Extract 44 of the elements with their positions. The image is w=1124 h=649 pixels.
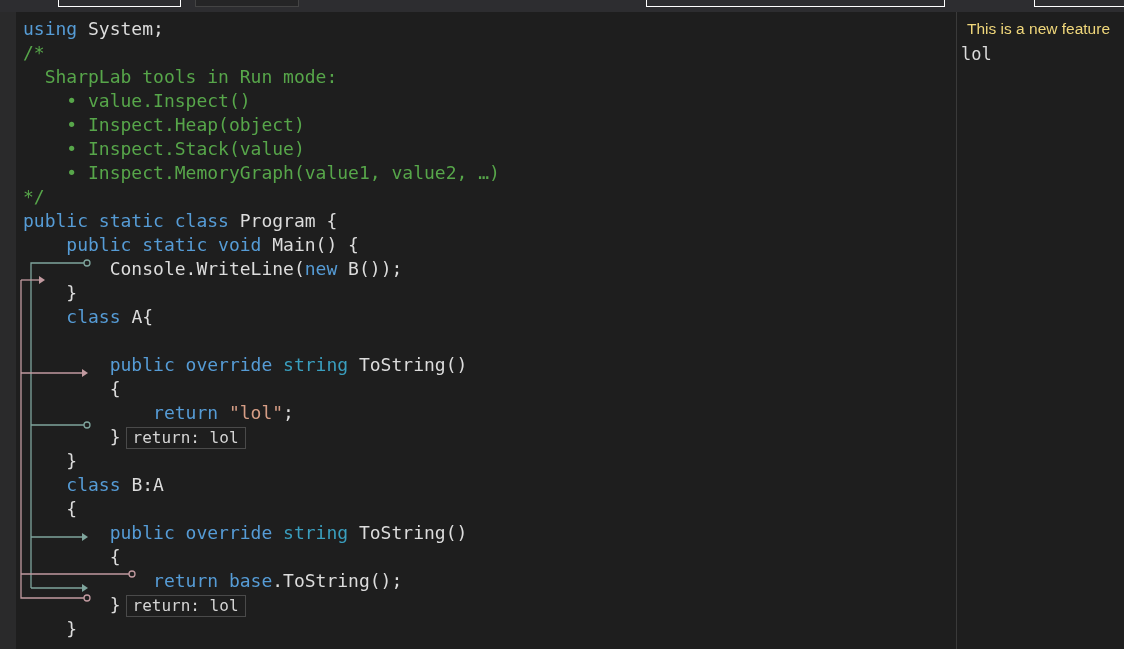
toolbar-field[interactable]	[195, 0, 299, 7]
code-text: }	[65, 618, 78, 639]
code-comment: */	[23, 186, 45, 207]
code-comment: /*	[23, 42, 45, 63]
code-text: ToString()	[357, 522, 468, 543]
code-text: Main() {	[271, 234, 359, 255]
string-literal: "lol"	[227, 402, 284, 423]
code-text: B:A	[130, 474, 164, 495]
inline-result: return: lol	[125, 595, 246, 617]
keyword-token: return	[152, 402, 219, 423]
keyword-token: public override	[108, 354, 273, 375]
inline-result: return: lol	[125, 427, 246, 449]
code-text: ToString()	[357, 354, 468, 375]
code-text: }	[108, 594, 121, 615]
code-text: .ToString();	[272, 570, 403, 591]
keyword-token: return base	[152, 570, 273, 591]
code-comment: • value.Inspect()	[65, 90, 251, 111]
code-text: }	[65, 282, 78, 303]
code-text: ;	[283, 402, 294, 423]
keyword-token: public static class	[23, 210, 229, 231]
code-comment: • Inspect.MemoryGraph(value1, value2, …)	[65, 162, 500, 183]
code-text: }	[65, 450, 78, 471]
keyword-token: class	[65, 306, 121, 327]
code-text: System;	[87, 18, 164, 39]
code-text: {	[65, 498, 78, 519]
keyword-token: public static void	[65, 234, 262, 255]
type-token: string	[282, 522, 349, 543]
code-text: A{	[130, 306, 154, 327]
code-text: Program {	[238, 210, 338, 231]
code-text: }	[108, 426, 121, 447]
notice-text: This is a new feature	[966, 19, 1111, 39]
code-text: B());	[347, 258, 403, 279]
keyword-token: public override	[108, 522, 273, 543]
type-token: string	[282, 354, 349, 375]
code-comment: SharpLab tools in Run mode:	[43, 66, 338, 87]
output-text: lol	[961, 43, 993, 65]
code-text: {	[108, 546, 121, 567]
keyword-token: class	[65, 474, 121, 495]
code-text: Console.WriteLine(	[108, 258, 305, 279]
keyword-token: using	[23, 18, 78, 39]
keyword-token: new	[304, 258, 338, 279]
code-comment: • Inspect.Stack(value)	[65, 138, 305, 159]
code-text: {	[108, 378, 121, 399]
code-comment: • Inspect.Heap(object)	[65, 114, 305, 135]
